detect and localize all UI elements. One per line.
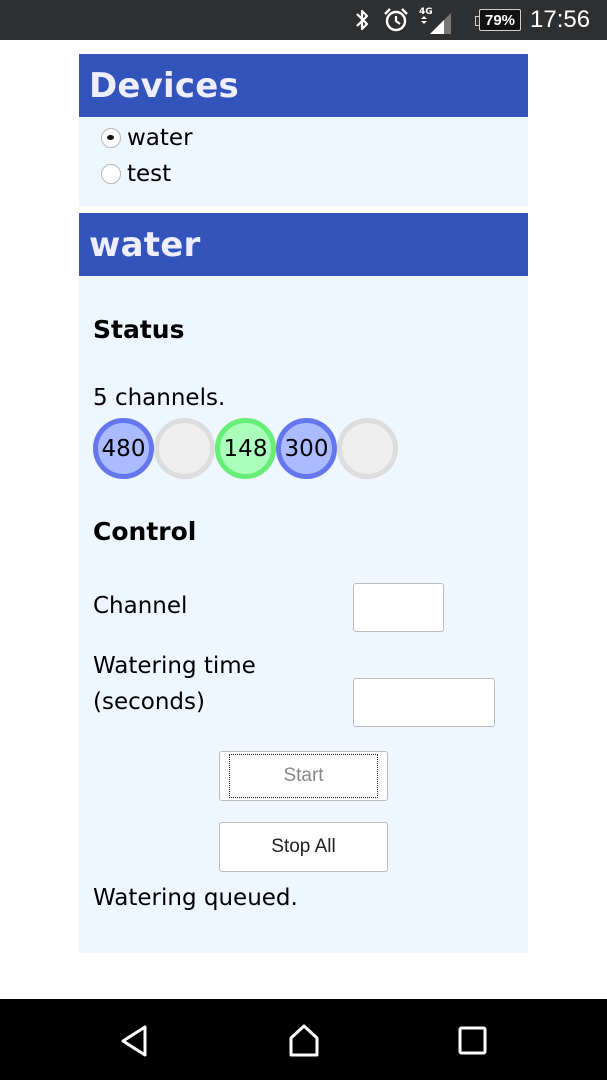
device-option-label: test [127, 161, 172, 187]
device-option-label: water [127, 125, 193, 151]
back-button[interactable] [110, 1019, 160, 1063]
channel-input[interactable] [353, 583, 444, 632]
channel-indicators: 480 148 300 [93, 418, 398, 479]
radio-button-checked[interactable] [101, 128, 121, 148]
back-icon [121, 1025, 147, 1057]
recent-apps-button[interactable] [448, 1019, 498, 1063]
channel-label: Channel [93, 593, 188, 619]
home-button[interactable] [279, 1019, 329, 1063]
focus-ring [229, 754, 378, 798]
device-radio-group: water test [79, 117, 528, 192]
stop-all-button-label: Stop All [271, 836, 336, 857]
battery-percent: 79% [484, 11, 516, 29]
device-option-water[interactable]: water [79, 120, 528, 156]
home-icon [289, 1024, 319, 1057]
status-bar: 4G 79% 17:56 [0, 0, 607, 40]
channel-indicator-5 [337, 418, 398, 479]
alarm-icon [382, 0, 410, 40]
device-option-test[interactable]: test [79, 156, 528, 192]
control-status-message: Watering queued. [93, 885, 298, 911]
devices-panel: Devices water test [79, 54, 528, 206]
channel-indicator-3: 148 [215, 418, 276, 479]
navigation-bar [0, 999, 607, 1080]
clock: 17:56 [530, 6, 591, 33]
start-button[interactable]: Start [219, 751, 388, 801]
channel-count-text: 5 channels. [93, 385, 226, 411]
watering-time-label-line1: Watering time [93, 653, 256, 679]
radio-button[interactable] [101, 164, 121, 184]
svg-text:4G: 4G [419, 7, 433, 17]
control-heading: Control [93, 517, 197, 546]
watering-time-input[interactable] [353, 678, 495, 727]
devices-title: Devices [79, 54, 528, 117]
signal-4g-icon: 4G [418, 0, 454, 40]
stop-all-button[interactable]: Stop All [219, 822, 388, 872]
channel-indicator-4: 300 [276, 418, 337, 479]
device-panel: water Status 5 channels. 480 148 300 Con… [79, 213, 528, 953]
watering-time-label-line2: (seconds) [93, 689, 205, 715]
battery-indicator: 79% [475, 0, 523, 40]
status-heading: Status [93, 315, 185, 344]
channel-indicator-1: 480 [93, 418, 154, 479]
channel-indicator-2 [154, 418, 215, 479]
bluetooth-icon [350, 0, 374, 40]
recent-apps-icon [458, 1026, 487, 1055]
watering-time-label: Watering time (seconds) [93, 648, 256, 720]
device-title: water [79, 213, 528, 276]
